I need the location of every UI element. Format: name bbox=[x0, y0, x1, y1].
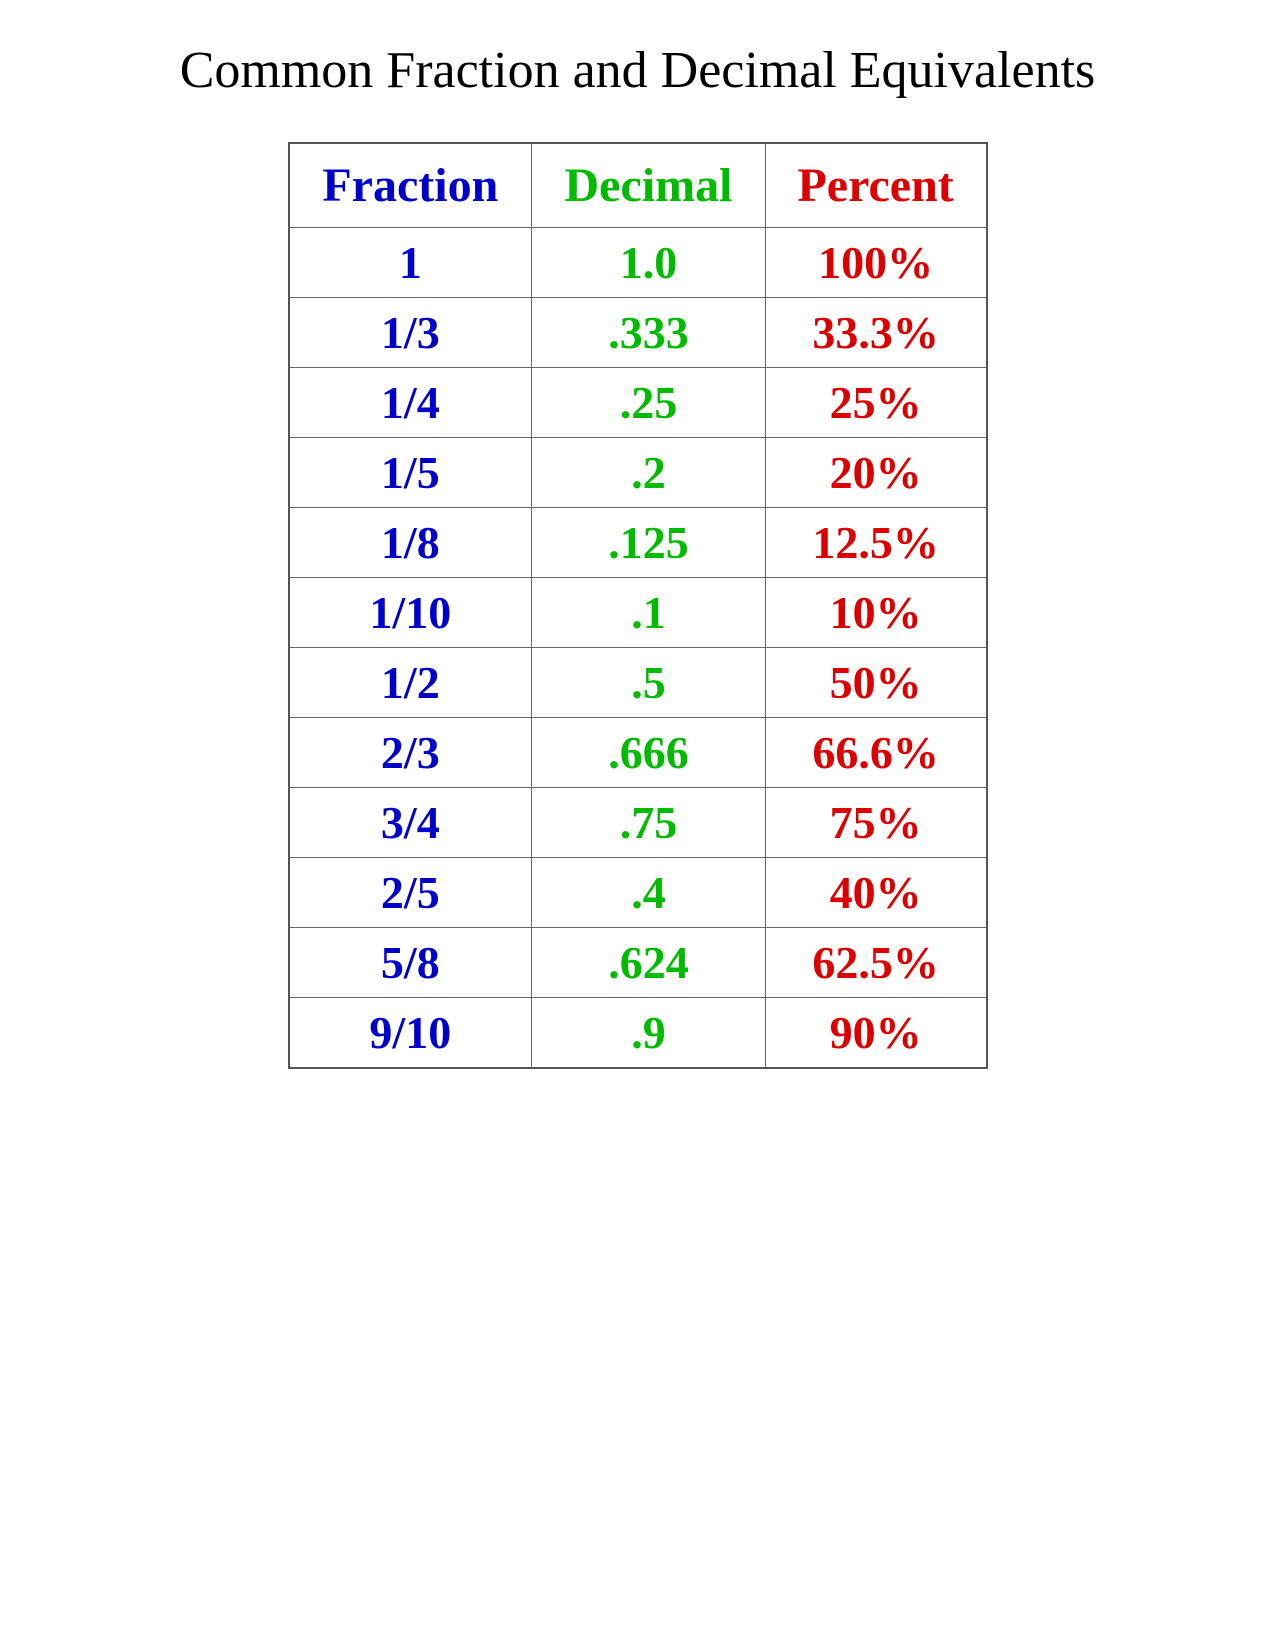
cell-fraction: 3/4 bbox=[289, 788, 532, 858]
cell-fraction: 2/3 bbox=[289, 718, 532, 788]
cell-fraction: 1/3 bbox=[289, 298, 532, 368]
cell-fraction: 2/5 bbox=[289, 858, 532, 928]
cell-percent: 90% bbox=[765, 998, 986, 1069]
fraction-decimal-table: Fraction Decimal Percent 11.0100%1/3.333… bbox=[288, 142, 988, 1069]
cell-percent: 62.5% bbox=[765, 928, 986, 998]
table-row: 1/8.12512.5% bbox=[289, 508, 987, 578]
table-header-row: Fraction Decimal Percent bbox=[289, 143, 987, 228]
table-row: 1/4.2525% bbox=[289, 368, 987, 438]
cell-decimal: 1.0 bbox=[532, 228, 766, 298]
header-decimal: Decimal bbox=[532, 143, 766, 228]
cell-percent: 50% bbox=[765, 648, 986, 718]
table-row: 3/4.7575% bbox=[289, 788, 987, 858]
cell-fraction: 1/4 bbox=[289, 368, 532, 438]
cell-fraction: 9/10 bbox=[289, 998, 532, 1069]
cell-decimal: .75 bbox=[532, 788, 766, 858]
cell-fraction: 1/2 bbox=[289, 648, 532, 718]
cell-decimal: .25 bbox=[532, 368, 766, 438]
cell-decimal: .624 bbox=[532, 928, 766, 998]
cell-fraction: 1/10 bbox=[289, 578, 532, 648]
cell-percent: 75% bbox=[765, 788, 986, 858]
cell-fraction: 5/8 bbox=[289, 928, 532, 998]
table-row: 5/8.62462.5% bbox=[289, 928, 987, 998]
table-row: 9/10.990% bbox=[289, 998, 987, 1069]
cell-percent: 33.3% bbox=[765, 298, 986, 368]
cell-percent: 40% bbox=[765, 858, 986, 928]
cell-decimal: .4 bbox=[532, 858, 766, 928]
table-row: 2/3.66666.6% bbox=[289, 718, 987, 788]
cell-percent: 10% bbox=[765, 578, 986, 648]
header-fraction: Fraction bbox=[289, 143, 532, 228]
table-row: 1/10.110% bbox=[289, 578, 987, 648]
cell-percent: 12.5% bbox=[765, 508, 986, 578]
table-row: 1/5.220% bbox=[289, 438, 987, 508]
cell-decimal: .9 bbox=[532, 998, 766, 1069]
cell-decimal: .2 bbox=[532, 438, 766, 508]
cell-decimal: .333 bbox=[532, 298, 766, 368]
table-row: 1/3.33333.3% bbox=[289, 298, 987, 368]
cell-fraction: 1/5 bbox=[289, 438, 532, 508]
table-row: 1/2.550% bbox=[289, 648, 987, 718]
header-percent: Percent bbox=[765, 143, 986, 228]
cell-fraction: 1 bbox=[289, 228, 532, 298]
cell-percent: 66.6% bbox=[765, 718, 986, 788]
page-title: Common Fraction and Decimal Equivalents bbox=[180, 40, 1096, 102]
cell-percent: 20% bbox=[765, 438, 986, 508]
cell-decimal: .1 bbox=[532, 578, 766, 648]
cell-percent: 25% bbox=[765, 368, 986, 438]
cell-decimal: .125 bbox=[532, 508, 766, 578]
cell-decimal: .666 bbox=[532, 718, 766, 788]
table-row: 2/5.440% bbox=[289, 858, 987, 928]
cell-decimal: .5 bbox=[532, 648, 766, 718]
cell-percent: 100% bbox=[765, 228, 986, 298]
table-row: 11.0100% bbox=[289, 228, 987, 298]
cell-fraction: 1/8 bbox=[289, 508, 532, 578]
